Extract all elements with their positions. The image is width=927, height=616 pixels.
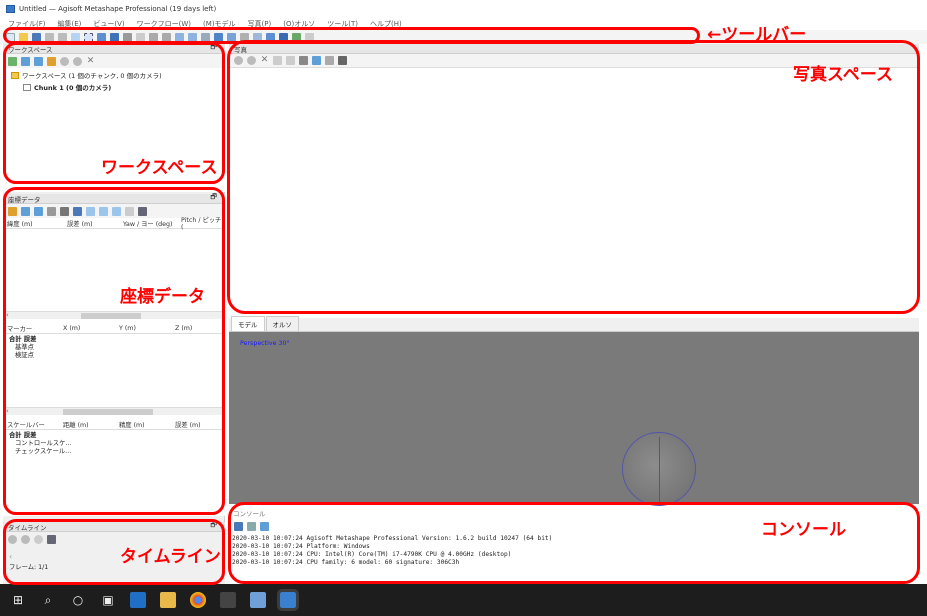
annotation-photo-space: 写真スペース	[793, 65, 893, 85]
perspective-label: Perspective 30°	[240, 340, 290, 347]
chrome-icon[interactable]	[190, 592, 206, 608]
model-viewport[interactable]: Perspective 30°	[229, 332, 919, 506]
photos-app-icon[interactable]	[250, 592, 266, 608]
view-tabs: モデル オルソ	[229, 316, 919, 332]
annotation-toolbar: ←ツールバー	[707, 25, 807, 45]
tab-model[interactable]: モデル	[231, 316, 265, 331]
reference-highlight	[3, 187, 225, 515]
cortana-icon[interactable]: ○	[70, 592, 86, 608]
annotation-reference: 座標データ	[120, 287, 205, 307]
app-icon	[6, 5, 15, 13]
calculator-app-icon[interactable]	[220, 592, 236, 608]
annotation-timeline: タイムライン	[120, 547, 221, 567]
metashape-app-icon[interactable]	[277, 589, 299, 611]
tab-ortho[interactable]: オルソ	[265, 316, 299, 331]
start-icon[interactable]: ⊞	[10, 592, 26, 608]
annotation-console: コンソール	[761, 520, 846, 540]
model-view-panel: モデル オルソ Perspective 30°	[229, 316, 919, 506]
explorer-icon[interactable]	[160, 592, 176, 608]
task-view-icon[interactable]: ▣	[100, 592, 116, 608]
search-icon[interactable]: ⌕	[40, 592, 56, 608]
taskbar: ⊞ ⌕ ○ ▣	[0, 584, 927, 616]
window-title: Untitled — Agisoft Metashape Professiona…	[19, 5, 217, 13]
trackball-sphere[interactable]	[622, 432, 696, 506]
title-bar: Untitled — Agisoft Metashape Professiona…	[0, 0, 927, 18]
annotation-workspace: ワークスペース	[101, 158, 218, 178]
outlook-icon[interactable]	[130, 592, 146, 608]
